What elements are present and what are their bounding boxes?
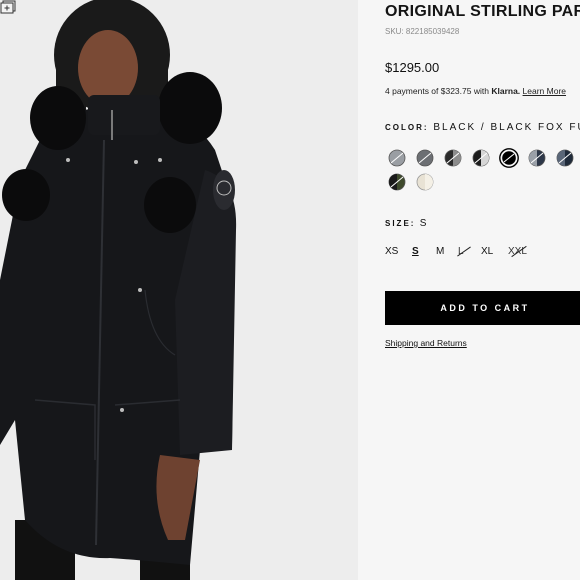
product-info-panel: ORIGINAL STIRLING PARKA SKU: 82218503942… [358,0,580,580]
product-price: $1295.00 [385,60,440,75]
size-label: SIZE: [385,219,416,228]
size-selector-label: SIZE: S [385,218,428,229]
add-to-cart-button[interactable]: ADD TO CART [385,291,580,325]
swatch-black-frost-fur[interactable] [471,148,491,168]
swatch-black-grey-fur[interactable] [443,148,463,168]
size-option-xs[interactable]: XS [385,246,398,257]
product-photo [0,0,358,580]
size-option-l[interactable]: L [457,246,471,257]
color-selector-label: COLOR: BLACK / BLACK FOX FUR [385,122,580,133]
klarna-learn-more-link[interactable]: Learn More [523,86,566,96]
klarna-installments: 4 payments of $323.75 with Klarna. Learn… [385,86,566,96]
shipping-returns-link[interactable]: Shipping and Returns [385,338,467,348]
expand-image-icon[interactable] [0,0,16,14]
klarna-text: 4 payments of $323.75 with [385,86,489,96]
size-option-xl[interactable]: XL [481,246,493,257]
parka-model-image [0,0,358,580]
swatch-navy-fur[interactable] [527,148,547,168]
color-value: BLACK / BLACK FOX FUR [433,122,580,133]
swatch-cream-fur[interactable] [415,172,435,192]
swatch-navy-black-fur[interactable] [555,148,575,168]
klarna-logo: Klarna. [491,86,521,96]
color-label: COLOR: [385,123,429,132]
swatch-charcoal-fur[interactable] [415,148,435,168]
size-option-s[interactable]: S [412,246,419,257]
swatch-grey-black-fur[interactable] [387,148,407,168]
size-value: S [419,218,428,229]
size-option-m[interactable]: M [436,246,444,257]
swatch-army-green-fur[interactable] [387,172,407,192]
product-title: ORIGINAL STIRLING PARKA [385,3,580,20]
size-option-xxl[interactable]: XXL [508,245,527,258]
swatch-black-black-fox-fur[interactable] [499,148,519,168]
product-sku: SKU: 822185039428 [385,27,460,36]
